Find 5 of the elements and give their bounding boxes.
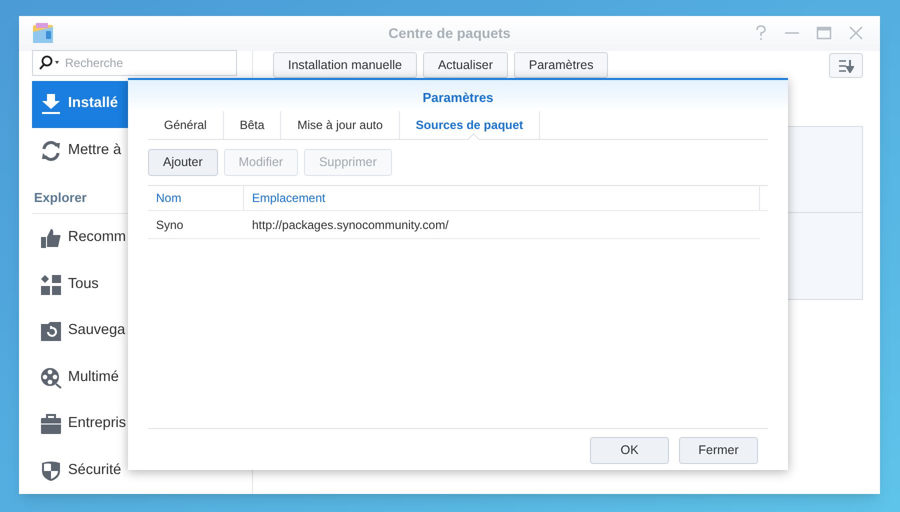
table-cell-text: Syno: [155, 216, 184, 234]
window-title: Centre de paquets: [388, 24, 511, 43]
dialog-title: Paramètres: [422, 89, 494, 107]
section-heading: Explorer: [34, 188, 87, 207]
table-cell-text: http://packages.synocommunity.com/: [251, 216, 450, 234]
